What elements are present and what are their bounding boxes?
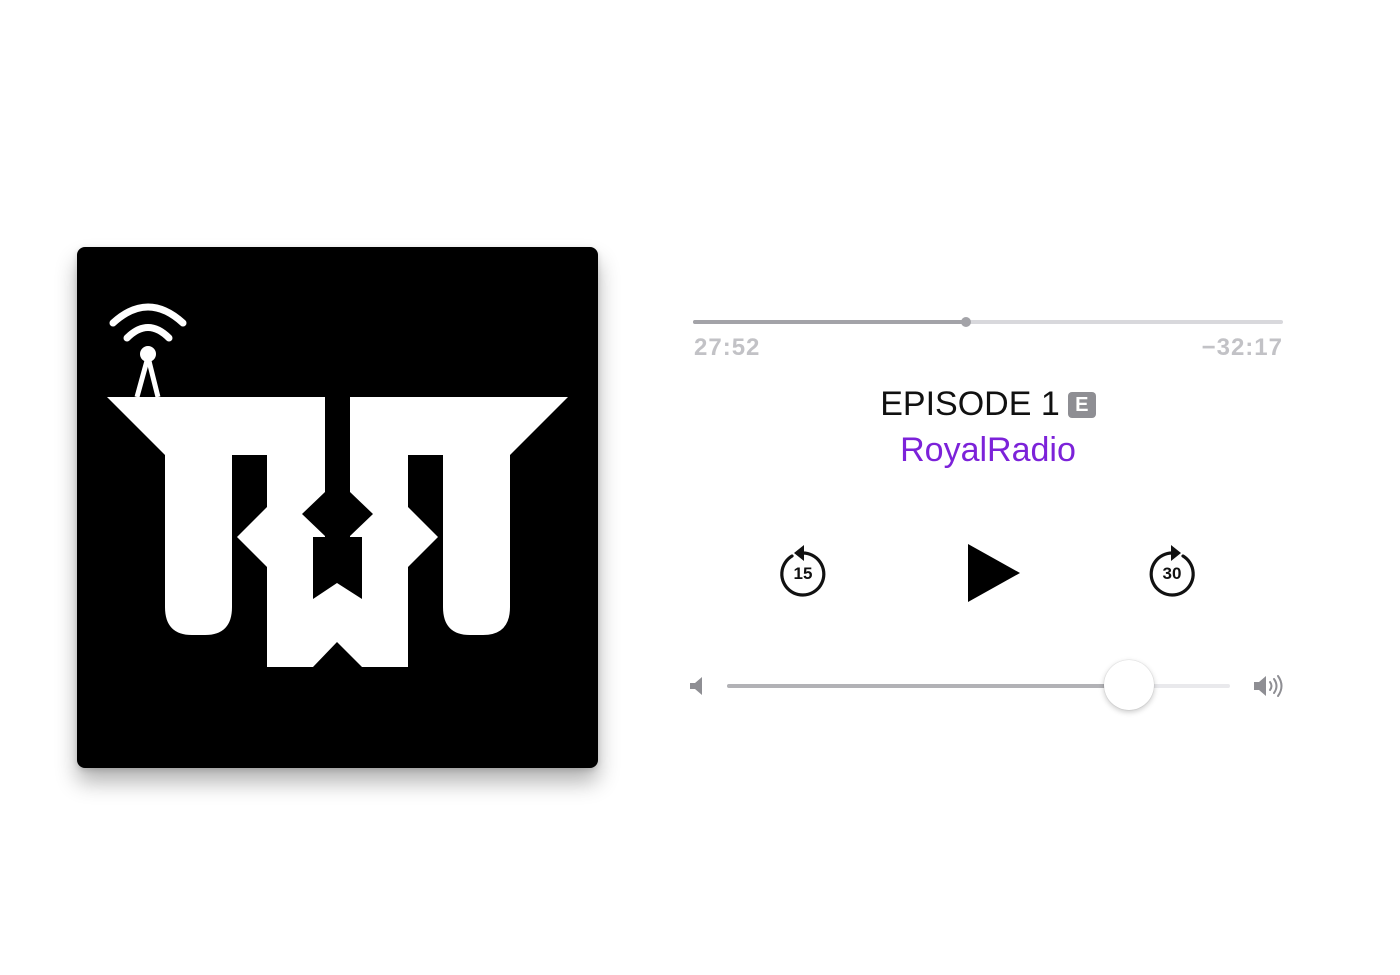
skip-back-seconds: 15 [793,564,813,583]
speaker-low-icon [688,676,706,696]
progress-handle[interactable] [961,317,972,327]
explicit-badge: E [1067,392,1096,418]
episode-title: EPISODE 1 [880,385,1060,423]
skip-forward-seconds: 30 [1162,564,1182,583]
progress-fill [693,320,967,324]
volume-fill [727,684,1130,688]
remaining-time: −32:17 [1201,334,1283,361]
play-icon [968,544,1020,602]
volume-handle[interactable] [1104,660,1155,710]
episode-title-row: EPISODE 1 E [693,384,1283,424]
speaker-high-icon [1253,673,1289,699]
progress-scrubber[interactable] [693,317,1283,327]
skip-forward-button[interactable]: 30 [1146,544,1198,598]
play-button[interactable] [962,540,1024,606]
volume-slider[interactable] [727,660,1230,712]
royalradio-logo [107,303,568,667]
podcast-artist-link[interactable]: RoyalRadio [693,430,1283,470]
skip-back-button[interactable]: 15 [777,544,829,598]
elapsed-time: 27:52 [694,334,761,361]
podcast-artwork [77,247,598,768]
